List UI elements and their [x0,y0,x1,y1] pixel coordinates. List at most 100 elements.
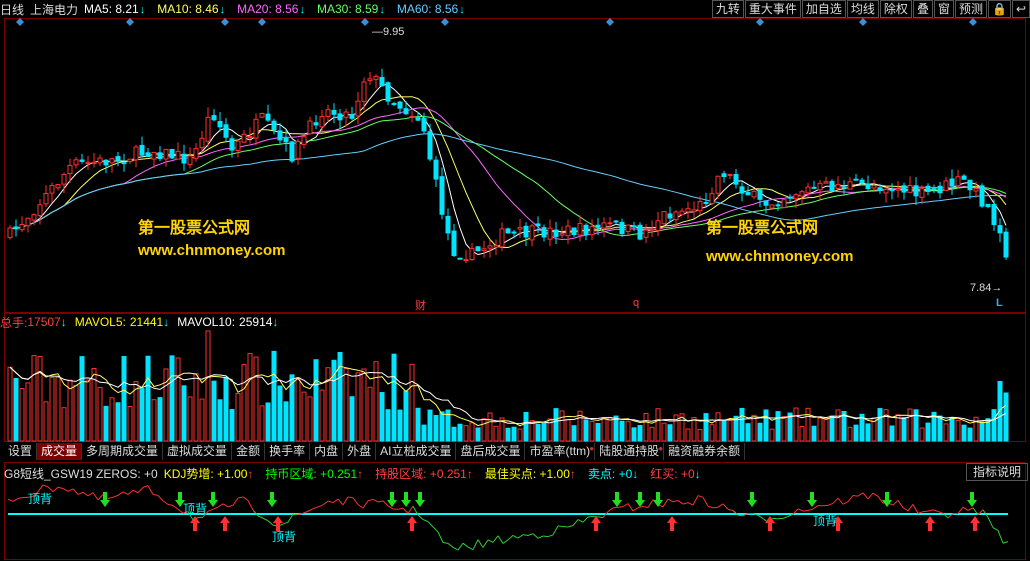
candle-body [931,188,937,191]
tab-7[interactable]: 外盘 [343,443,377,460]
volume-bar [43,401,49,442]
candle-body [613,220,619,223]
volume-bar [793,407,799,442]
indicator-segment [712,506,719,509]
indicator-segment [567,525,574,528]
indicator-segment [627,503,634,512]
indicator-segment [642,505,649,509]
indicator-segment [722,503,729,510]
volume-bar [13,377,19,442]
tab-0[interactable]: 设置 [4,443,38,460]
volume-bar [223,376,229,442]
volume-bar [199,398,205,442]
event-diamonds [16,18,977,26]
tab-12[interactable]: 融资融券余额 [664,443,746,460]
volume-bar [283,401,289,442]
candle-body [427,131,433,160]
indicator-segment [287,513,294,523]
candle-body [631,225,637,228]
indicator-segment [437,531,444,543]
volume-bar [907,408,913,442]
tab-3[interactable]: 虚拟成交量 [163,443,233,460]
candle-body [895,188,901,191]
indicator-segment [227,504,234,508]
tab-11[interactable]: 陆股通持股 ● [595,443,665,460]
indicator-segment [967,507,974,511]
volume-bar [415,407,421,442]
watermark-url-1: www.chnmoney.com [138,242,286,259]
volume-bar [307,396,313,442]
volume-bar [403,390,409,442]
event-diamond-icon [258,18,266,26]
total-volume-label: 总手: [0,315,28,330]
candle-body [823,181,829,184]
tab-6[interactable]: 内盘 [310,443,344,460]
volume-bar [925,422,931,442]
tab-10[interactable]: 市盈率(ttm) ● [525,443,596,460]
sell-arrow-icon [612,492,622,507]
indicator-segment [867,492,874,500]
marker-cai[interactable]: 财 [415,297,426,313]
candle-body [187,155,193,165]
volume-bar [355,372,361,442]
volume-bar [19,388,25,442]
volume-bar [553,408,559,442]
tab-8[interactable]: AI立桩成交量 [376,443,457,460]
volume-bar [1003,392,1009,442]
tab-5[interactable]: 换手率 [265,443,311,460]
candle-body [385,82,391,102]
candle-body [883,188,889,194]
volume-bar [937,415,943,442]
volume-bar [955,419,961,442]
volume-bar [811,425,817,442]
candle-body [211,115,217,121]
volume-bar [301,391,307,442]
candle-body [301,136,307,145]
candle-body [589,226,595,236]
candle-body [577,222,583,236]
candle-body [349,114,355,119]
volume-bar [163,368,169,442]
volume-bar [457,423,463,442]
candle-body [553,229,559,237]
candle-body [145,152,151,158]
indicator-segment [252,509,259,517]
indicator-segment [647,499,654,508]
volume-bar [607,416,613,442]
volume-bar [541,422,547,442]
up-arrow-icon: ↑ [357,466,364,481]
indicator-segment [892,499,899,506]
event-diamond-icon [361,18,369,26]
indicator-segment [517,534,524,539]
indicator-segment [137,487,144,494]
sell-arrow-icon [635,492,645,507]
tab-2[interactable]: 多周期成交量 [82,443,164,460]
indicator-segment [132,489,139,494]
volume-bar [775,411,781,442]
marker-q[interactable]: q [633,297,639,309]
indicator-segment [12,498,19,502]
tab-1[interactable]: 成交量 [37,443,83,460]
down-arrow-icon: ↓ [694,466,701,481]
tab-9[interactable]: 盘后成交量 [456,443,526,460]
buy-arrow-icon [591,516,601,531]
indicator-help-button[interactable]: 指标说明 [965,463,1028,481]
indicator-segment [87,492,94,497]
candle-body [973,188,979,192]
indicator-segment [222,503,229,508]
candle-body [715,175,721,194]
marker-l[interactable]: L [996,297,1003,309]
indicator-segment [637,505,644,509]
event-diamond-icon [606,18,614,26]
candle-body [91,161,97,165]
down-arrow-icon: ↓ [163,315,170,329]
candle-body [559,233,565,236]
volume-bar [583,419,589,442]
tab-4[interactable]: 金额 [232,443,266,460]
volume-bar [769,428,775,442]
volume-bar [571,425,577,442]
candle-body [955,176,961,187]
indicator-segment [107,496,114,500]
volume-bar [193,373,199,442]
sell-arrow-icon [747,492,757,507]
